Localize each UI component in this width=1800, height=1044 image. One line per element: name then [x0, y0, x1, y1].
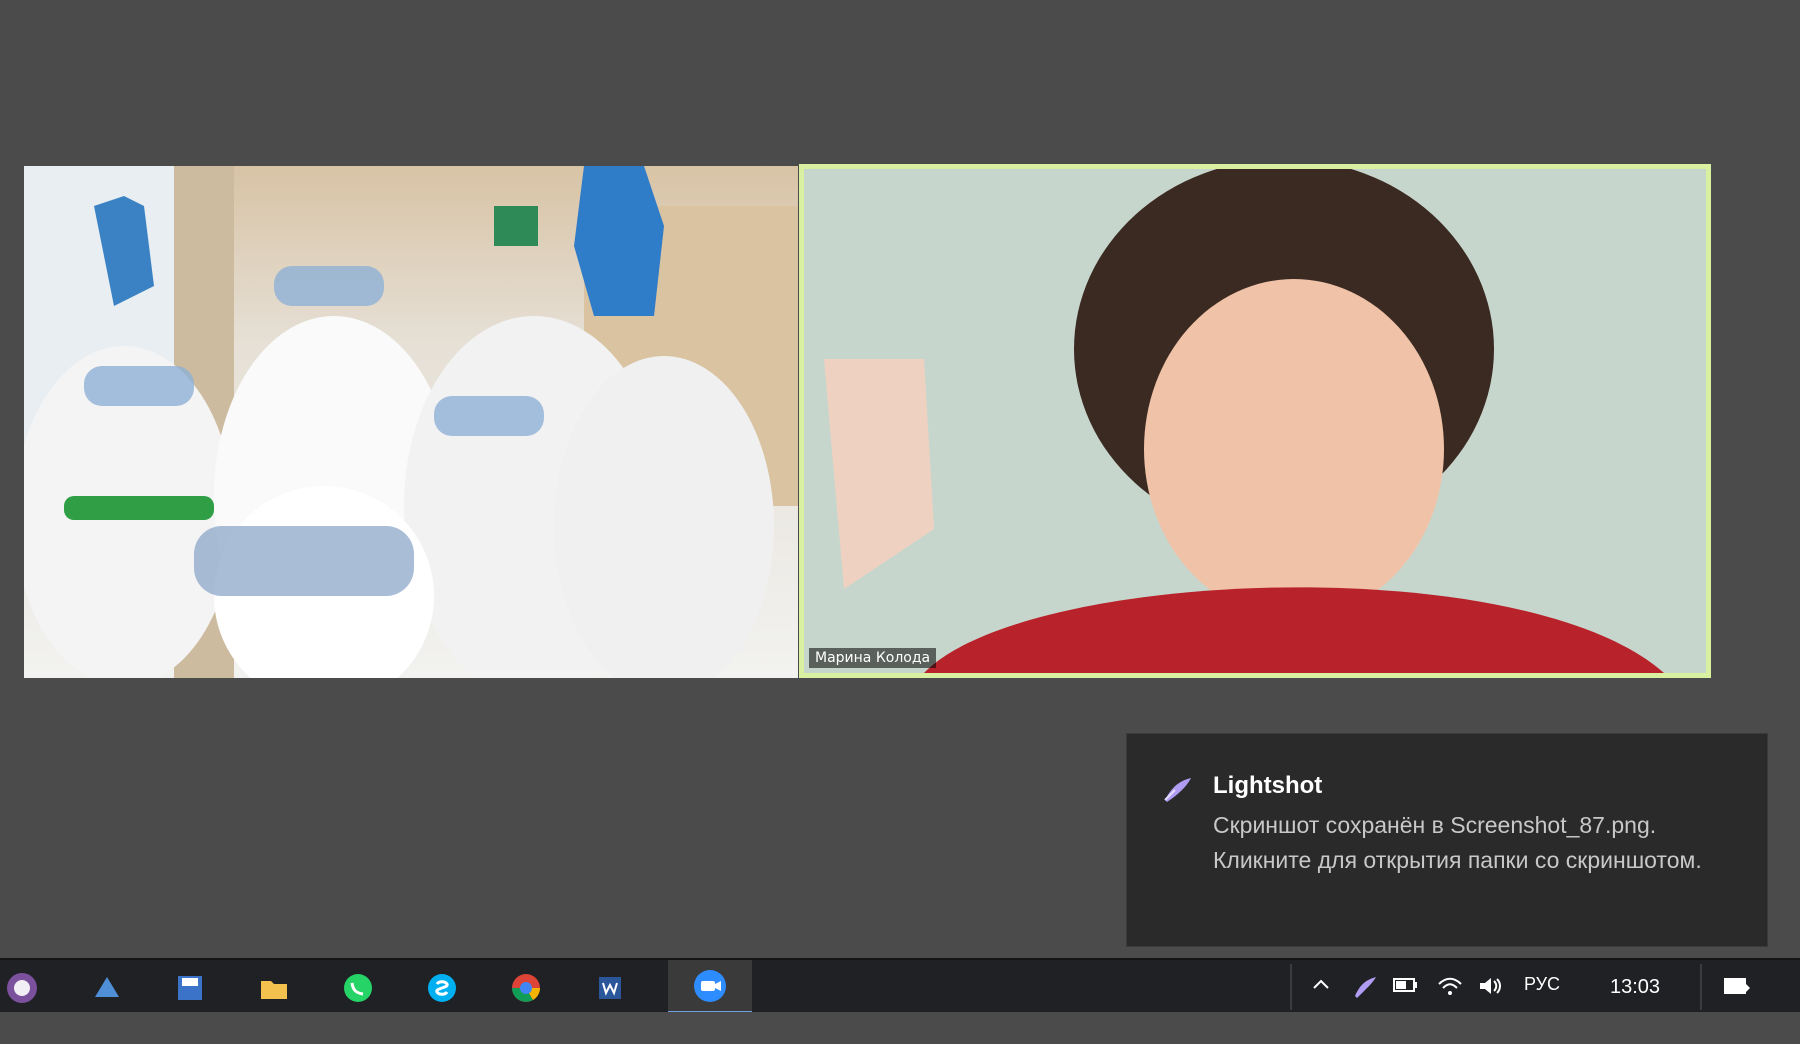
folder-icon[interactable] — [252, 966, 296, 1010]
lightshot-tray-icon[interactable] — [1352, 974, 1378, 1005]
windows-taskbar: РУС 13:03 — [0, 958, 1800, 1014]
action-center-icon[interactable] — [1720, 974, 1752, 1007]
notification-title: Lightshot — [1213, 772, 1323, 799]
wifi-icon[interactable] — [1436, 974, 1464, 1005]
volume-icon[interactable] — [1476, 974, 1504, 1003]
chrome-icon[interactable] — [504, 966, 548, 1010]
save-icon[interactable] — [168, 966, 212, 1010]
screenshot-saved-notification[interactable]: Lightshot Скриншот сохранён в Screenshot… — [1126, 733, 1768, 947]
battery-icon[interactable] — [1392, 974, 1420, 1001]
whatsapp-icon[interactable] — [336, 966, 380, 1010]
skype-icon[interactable] — [420, 966, 464, 1010]
network-icon[interactable] — [84, 966, 128, 1010]
show-hidden-icons-chevron-icon[interactable] — [1310, 974, 1332, 1001]
viber-icon[interactable] — [0, 966, 44, 1010]
participant-video-left — [24, 166, 798, 678]
participant-name-tag: Марина Колода — [809, 648, 937, 668]
lower-screen-strip — [0, 1012, 1800, 1044]
word-icon[interactable] — [588, 966, 632, 1010]
zoom-meeting-window: Марина Колода Lightshot Скриншот сохранё… — [0, 0, 1800, 1044]
language-indicator[interactable]: РУС — [1524, 974, 1560, 995]
participant-video-tile-right[interactable]: Марина Колода — [799, 164, 1711, 678]
taskbar-divider — [1700, 964, 1702, 1010]
participant-video-right — [804, 169, 1706, 673]
lightshot-feather-icon — [1161, 774, 1193, 806]
clock-time[interactable]: 13:03 — [1610, 976, 1660, 999]
participant-video-tile-left[interactable] — [24, 166, 798, 678]
notification-message: Скриншот сохранён в Screenshot_87.png. К… — [1213, 812, 1702, 873]
zoom-icon[interactable] — [668, 960, 752, 1014]
taskbar-divider — [1290, 964, 1292, 1010]
